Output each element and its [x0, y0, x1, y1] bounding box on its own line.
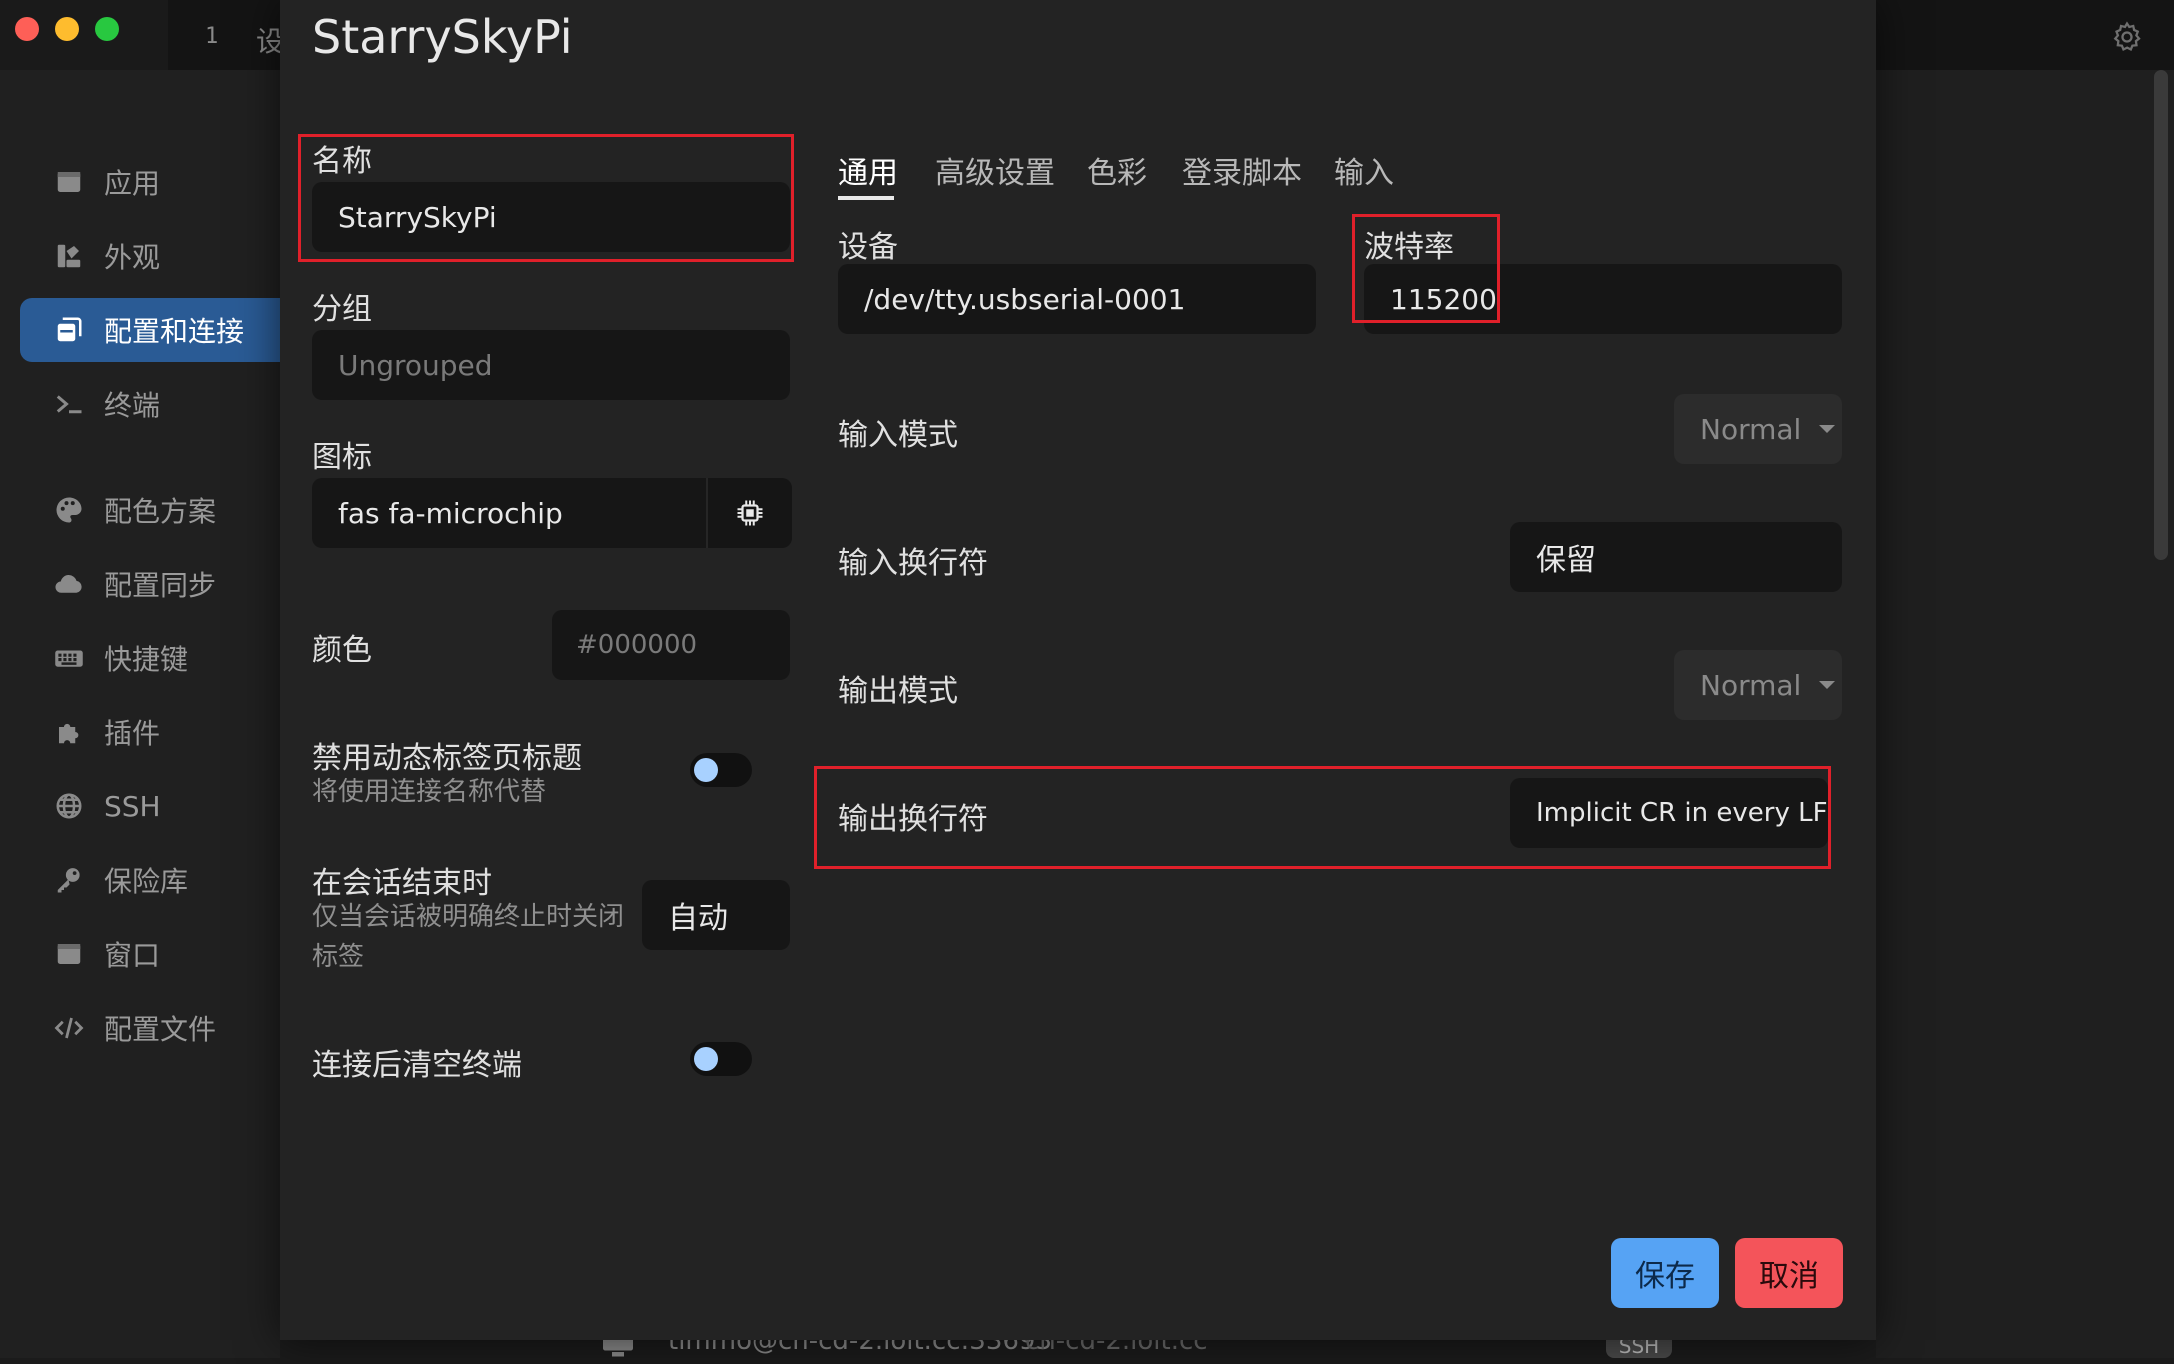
sidebar-item-label: 配色方案	[104, 495, 217, 528]
tab-colors[interactable]: 色彩	[1087, 148, 1147, 192]
color-label: 颜色	[312, 633, 372, 668]
disable-dynamic-title-label: 禁用动态标签页标题	[312, 741, 582, 776]
palette-icon	[54, 495, 84, 525]
sidebar-item-label: SSH	[104, 789, 161, 823]
session-end-select[interactable]: 自动	[642, 880, 790, 950]
tab-input[interactable]: 输入	[1334, 148, 1394, 192]
cloud-icon	[54, 569, 84, 599]
clear-terminal-toggle[interactable]	[690, 1042, 752, 1076]
sidebar-item-profiles[interactable]: 配置和连接	[20, 298, 280, 362]
terminal-icon	[54, 389, 84, 419]
session-end-label: 在会话结束时	[312, 866, 492, 901]
sidebar-item-label: 配置同步	[104, 569, 217, 602]
save-button[interactable]: 保存	[1611, 1238, 1719, 1308]
input-newline-label: 输入换行符	[838, 546, 988, 581]
sidebar-item-ssh[interactable]: SSH	[20, 774, 280, 838]
gear-icon[interactable]	[2110, 20, 2144, 54]
toggle-knob	[694, 1047, 718, 1071]
tab-number[interactable]: 1	[205, 24, 218, 49]
session-end-hint: 仅当会话被明确终止时关闭标签	[312, 902, 625, 972]
input-mode-value: Normal	[1700, 412, 1802, 446]
sidebar-item-hotkeys[interactable]: 快捷键	[20, 626, 280, 690]
sidebar-item-appearance[interactable]: 外观	[20, 224, 280, 288]
zoom-window-button[interactable]	[95, 17, 119, 41]
cancel-button[interactable]: 取消	[1735, 1238, 1843, 1308]
sidebar-item-plugins[interactable]: 插件	[20, 700, 280, 764]
active-tab-indicator	[838, 196, 894, 200]
sidebar-item-sync[interactable]: 配置同步	[20, 552, 280, 616]
settings-sidebar: 应用 外观 配置和连接 终端 配色方案 配置同步 快捷键 插件 SSH 保险库 …	[0, 70, 280, 1358]
tab-login-scripts[interactable]: 登录脚本	[1182, 148, 1302, 192]
highlight-box	[1352, 214, 1500, 323]
caret-down-icon	[1819, 681, 1836, 689]
minimize-window-button[interactable]	[55, 17, 79, 41]
paint-icon	[54, 241, 84, 271]
puzzle-icon	[54, 717, 84, 747]
content-background	[1876, 70, 2174, 1358]
clear-terminal-label: 连接后清空终端	[312, 1048, 522, 1083]
profiles-icon	[54, 315, 84, 345]
icon-picker-button[interactable]	[706, 478, 792, 548]
color-input[interactable]: #000000	[552, 610, 790, 680]
input-newline-select[interactable]: 保留	[1510, 522, 1842, 592]
highlight-box	[814, 766, 1831, 869]
group-input[interactable]: Ungrouped	[312, 330, 790, 400]
window-icon	[54, 939, 84, 969]
sidebar-item-config-file[interactable]: 配置文件	[20, 996, 280, 1060]
sidebar-item-label: 终端	[104, 389, 161, 422]
sidebar-item-label: 配置文件	[104, 1013, 217, 1046]
key-icon	[54, 865, 84, 895]
output-mode-value: Normal	[1700, 668, 1802, 702]
close-window-button[interactable]	[15, 17, 39, 41]
tab-general[interactable]: 通用	[838, 148, 898, 192]
output-mode-label: 输出模式	[838, 674, 958, 709]
globe-icon	[54, 791, 84, 821]
scrollbar[interactable]	[2154, 70, 2168, 560]
tab-advanced[interactable]: 高级设置	[935, 148, 1055, 192]
disable-dynamic-title-toggle[interactable]	[690, 753, 752, 787]
sidebar-item-label: 插件	[104, 717, 161, 750]
caret-down-icon	[1819, 425, 1836, 433]
output-mode-select[interactable]: Normal	[1674, 650, 1842, 720]
sidebar-item-color-schemes[interactable]: 配色方案	[20, 478, 280, 542]
device-label: 设备	[838, 230, 898, 265]
disable-dynamic-title-hint: 将使用连接名称代替	[312, 777, 547, 807]
sidebar-item-label: 窗口	[104, 939, 161, 972]
input-mode-label: 输入模式	[838, 418, 958, 453]
sidebar-item-vault[interactable]: 保险库	[20, 848, 280, 912]
code-icon	[54, 1013, 84, 1043]
highlight-box	[298, 134, 794, 262]
sidebar-item-label: 快捷键	[104, 643, 189, 676]
sidebar-item-app[interactable]: 应用	[20, 150, 280, 214]
device-input[interactable]: /dev/tty.usbserial-0001	[838, 264, 1316, 334]
sidebar-item-label: 保险库	[104, 865, 189, 898]
window-icon	[54, 167, 84, 197]
sidebar-item-label: 应用	[104, 167, 161, 200]
sidebar-item-label: 配置和连接	[104, 315, 245, 348]
keyboard-icon	[54, 643, 84, 673]
toggle-knob	[694, 758, 718, 782]
microchip-icon	[737, 500, 763, 526]
icon-label: 图标	[312, 440, 372, 475]
sidebar-item-label: 外观	[104, 241, 161, 274]
sidebar-item-terminal[interactable]: 终端	[20, 372, 280, 436]
sidebar-item-window[interactable]: 窗口	[20, 922, 280, 986]
input-mode-select[interactable]: Normal	[1674, 394, 1842, 464]
dialog-title: StarrySkyPi	[312, 10, 573, 64]
group-label: 分组	[312, 292, 372, 327]
